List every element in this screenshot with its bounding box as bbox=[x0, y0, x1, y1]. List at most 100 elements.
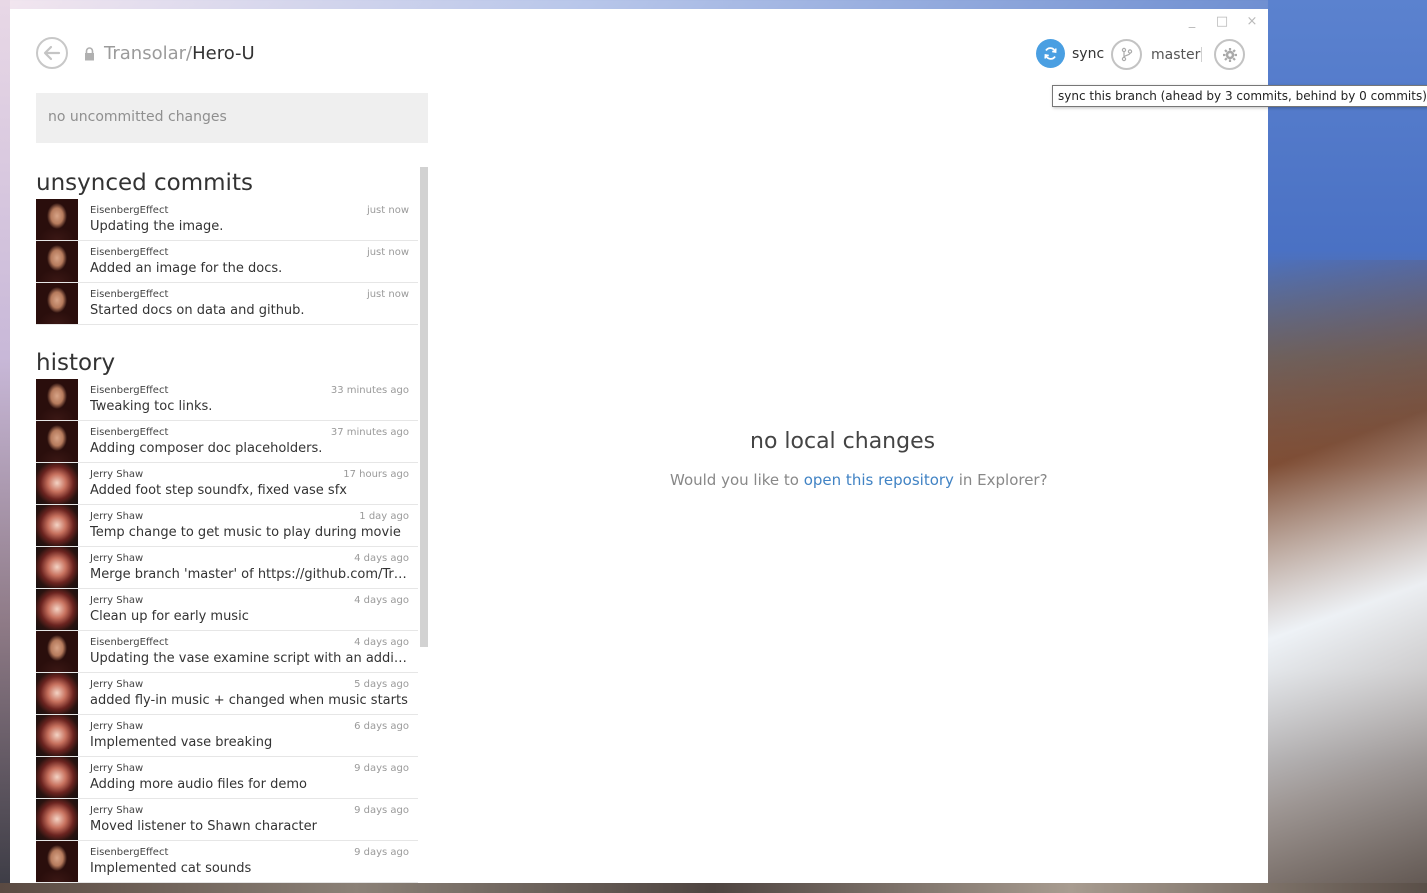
back-button[interactable] bbox=[36, 37, 68, 69]
commit-message: Adding composer doc placeholders. bbox=[90, 441, 323, 456]
sync-label: sync bbox=[1072, 45, 1105, 62]
author-avatar bbox=[36, 547, 78, 588]
commit-time: 33 minutes ago bbox=[330, 385, 409, 396]
sync-icon bbox=[1036, 39, 1065, 68]
commit-message: added fly-in music + changed when music … bbox=[90, 693, 408, 708]
branch-selector-button[interactable]: master bbox=[1111, 39, 1200, 70]
author-avatar bbox=[36, 379, 78, 420]
commit-sidebar: unsynced commits EisenbergEffect just now… bbox=[36, 167, 428, 883]
commit-message: Started docs on data and github. bbox=[90, 303, 305, 318]
commit-time: 9 days ago bbox=[354, 847, 409, 858]
commit-message: Clean up for early music bbox=[90, 609, 249, 624]
unsynced-commits-heading: unsynced commits bbox=[36, 170, 253, 196]
commit-author: Jerry Shaw bbox=[90, 553, 144, 564]
commit-item[interactable]: Jerry Shaw 17 hours ago Added foot step so… bbox=[36, 463, 418, 505]
author-avatar bbox=[36, 199, 78, 240]
open-in-explorer-link[interactable]: open this repository bbox=[804, 471, 954, 489]
commit-item[interactable]: Jerry Shaw 4 days ago Merge branch 'master… bbox=[36, 547, 418, 589]
commit-time: just now bbox=[366, 289, 409, 300]
commit-time: 9 days ago bbox=[354, 763, 409, 774]
commit-author: Jerry Shaw bbox=[90, 805, 144, 816]
author-avatar bbox=[36, 715, 78, 756]
commit-author: EisenbergEffect bbox=[90, 427, 169, 438]
author-avatar bbox=[36, 673, 78, 714]
commit-time: 37 minutes ago bbox=[330, 427, 409, 438]
author-avatar bbox=[36, 421, 78, 462]
commit-author: Jerry Shaw bbox=[90, 469, 144, 480]
minimize-button[interactable]: _ bbox=[1184, 14, 1200, 30]
branch-icon bbox=[1111, 39, 1142, 70]
history-heading: history bbox=[36, 350, 116, 376]
app-window: _ □ × Transolar/Hero-U sync master no un… bbox=[10, 9, 1268, 883]
commit-author: Jerry Shaw bbox=[90, 595, 144, 606]
commit-time: 5 days ago bbox=[354, 679, 409, 690]
author-avatar bbox=[36, 241, 78, 282]
commit-item[interactable]: Jerry Shaw 5 days ago added fly-in music +… bbox=[36, 673, 418, 715]
commit-item[interactable]: Jerry Shaw 6 days ago Implemented vase bre… bbox=[36, 715, 418, 757]
commit-message: Moved listener to Shawn character bbox=[90, 819, 317, 834]
commit-item[interactable]: EisenbergEffect 33 minutes ago Tweaking to… bbox=[36, 379, 418, 421]
author-avatar bbox=[36, 283, 78, 324]
close-button[interactable]: × bbox=[1244, 14, 1260, 30]
commit-author: Jerry Shaw bbox=[90, 679, 144, 690]
sync-button[interactable]: sync bbox=[1036, 39, 1104, 68]
empty-state-title: no local changes bbox=[750, 429, 936, 454]
gear-icon bbox=[1222, 47, 1237, 62]
commit-message: Temp change to get music to play during … bbox=[90, 525, 401, 540]
commit-time: 4 days ago bbox=[354, 595, 409, 606]
commit-item[interactable]: Jerry Shaw 4 days ago Clean up for early m… bbox=[36, 589, 418, 631]
empty-state-prefix: Would you like to bbox=[670, 471, 804, 489]
commit-author: EisenbergEffect bbox=[90, 637, 169, 648]
commit-message: Added foot step soundfx, fixed vase sfx bbox=[90, 483, 347, 498]
commit-time: 4 days ago bbox=[354, 553, 409, 564]
empty-state-message: Would you like to open this repository i… bbox=[670, 471, 1048, 489]
commit-author: Jerry Shaw bbox=[90, 763, 144, 774]
lock-icon bbox=[85, 47, 94, 61]
commit-time: just now bbox=[366, 205, 409, 216]
commit-item[interactable]: EisenbergEffect 9 days ago Implemented cat… bbox=[36, 841, 418, 883]
history-commit-list: EisenbergEffect 33 minutes ago Tweaking to… bbox=[36, 379, 418, 883]
author-avatar bbox=[36, 463, 78, 504]
commit-item[interactable]: Jerry Shaw 9 days ago Moved listener to Sh… bbox=[36, 799, 418, 841]
settings-button[interactable] bbox=[1214, 39, 1245, 70]
window-controls: _ □ × bbox=[1184, 14, 1260, 30]
commit-message: Updating the image. bbox=[90, 219, 224, 234]
uncommitted-changes-box[interactable]: no uncommitted changes bbox=[36, 93, 428, 143]
author-avatar bbox=[36, 589, 78, 630]
repository-owner: Transolar/ bbox=[104, 43, 193, 64]
commit-author: Jerry Shaw bbox=[90, 511, 144, 522]
commit-time: 17 hours ago bbox=[343, 469, 409, 480]
author-avatar bbox=[36, 757, 78, 798]
sync-tooltip: sync this branch (ahead by 3 commits, be… bbox=[1052, 85, 1427, 107]
maximize-button[interactable]: □ bbox=[1214, 14, 1230, 30]
commit-time: just now bbox=[366, 247, 409, 258]
commit-item[interactable]: EisenbergEffect just now Updating the imag… bbox=[36, 199, 418, 241]
desktop-background-left bbox=[0, 0, 10, 893]
commit-author: EisenbergEffect bbox=[90, 289, 169, 300]
commit-message: Implemented vase breaking bbox=[90, 735, 273, 750]
commit-item[interactable]: EisenbergEffect 4 days ago Updating the va… bbox=[36, 631, 418, 673]
header-divider bbox=[1201, 47, 1202, 62]
repository-title[interactable]: Transolar/Hero-U bbox=[104, 43, 255, 64]
commit-author: EisenbergEffect bbox=[90, 205, 169, 216]
commit-item[interactable]: Jerry Shaw 1 day ago Temp change to get mu… bbox=[36, 505, 418, 547]
commit-item[interactable]: EisenbergEffect 37 minutes ago Adding comp… bbox=[36, 421, 418, 463]
branch-label: master bbox=[1151, 46, 1201, 63]
commit-message: Adding more audio files for demo bbox=[90, 777, 307, 792]
commit-message: Tweaking toc links. bbox=[90, 399, 213, 414]
commit-author: EisenbergEffect bbox=[90, 847, 169, 858]
commit-message: Merge branch 'master' of https://github.… bbox=[90, 567, 408, 582]
commit-item[interactable]: Jerry Shaw 9 days ago Adding more audio fi… bbox=[36, 757, 418, 799]
commit-item[interactable]: EisenbergEffect just now Added an image fo… bbox=[36, 241, 418, 283]
commit-message: Updating the vase examine script with an… bbox=[90, 651, 408, 666]
commit-author: EisenbergEffect bbox=[90, 247, 169, 258]
commit-item[interactable]: EisenbergEffect just now Started docs on d… bbox=[36, 283, 418, 325]
author-avatar bbox=[36, 841, 78, 882]
commit-author: Jerry Shaw bbox=[90, 721, 144, 732]
commit-time: 9 days ago bbox=[354, 805, 409, 816]
commit-time: 4 days ago bbox=[354, 637, 409, 648]
unsynced-commit-list: EisenbergEffect just now Updating the imag… bbox=[36, 199, 418, 325]
commit-message: Added an image for the docs. bbox=[90, 261, 283, 276]
repository-name: Hero-U bbox=[192, 43, 255, 64]
author-avatar bbox=[36, 631, 78, 672]
